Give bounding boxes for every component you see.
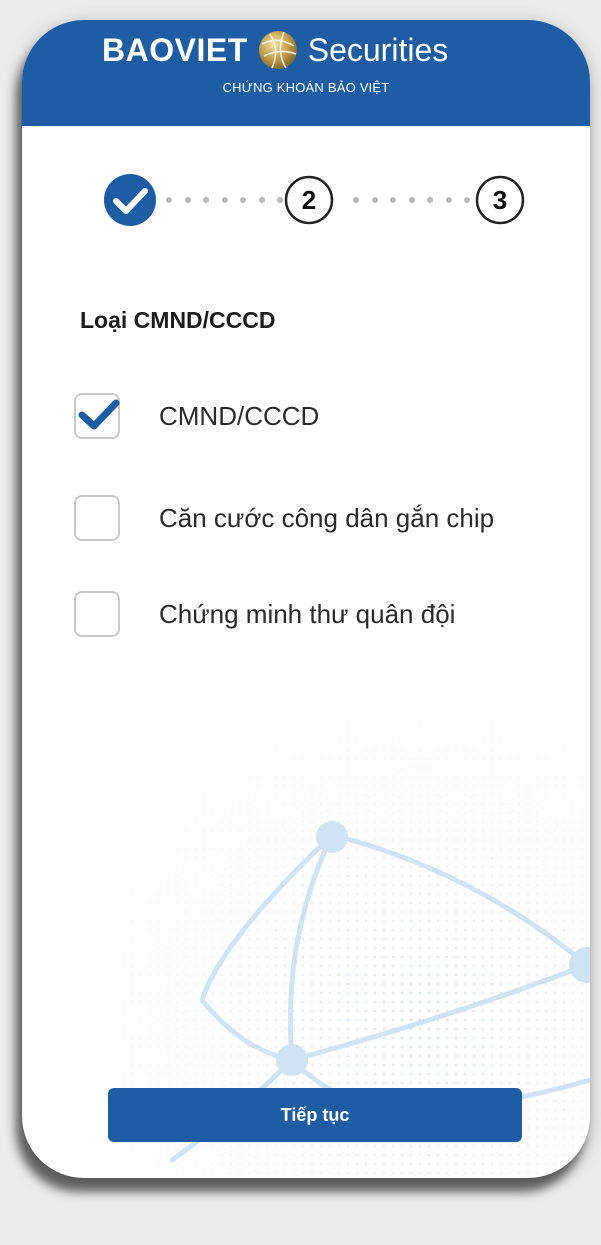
progress-stepper: 2 3 [104, 174, 525, 226]
continue-button[interactable]: Tiếp tục [108, 1088, 522, 1142]
step-1-done [104, 174, 156, 226]
option-can-cuoc-chip[interactable]: Căn cước công dân gắn chip [74, 492, 494, 544]
step-connector-1 [166, 197, 283, 203]
checkbox-cmnd-cccd[interactable] [74, 393, 120, 439]
brand-securities: Securities [307, 31, 449, 68]
option-quan-doi[interactable]: Chứng minh thư quân đội [74, 588, 455, 640]
option-label: Căn cước công dân gắn chip [159, 502, 495, 533]
step-2-number: 2 [302, 185, 316, 215]
step-2: 2 [284, 175, 334, 225]
brand-name: BAOVIET [102, 31, 248, 68]
step-3: 3 [475, 175, 525, 225]
checkbox-check-icon [78, 399, 120, 430]
brand-subtitle: CHỨNG KHOÁN BẢO VIỆT [222, 80, 390, 95]
option-label: Chứng minh thư quân đội [159, 598, 456, 629]
step-connector-2 [353, 197, 470, 203]
option-cmnd-cccd[interactable]: CMND/CCCD [74, 390, 319, 442]
brand-logo: BAOVIET Securities [102, 24, 448, 76]
app-header: BAOVIET Securities CHỨNG KHOÁN BẢO VIỆT [22, 20, 590, 126]
section-title: Loại CMND/CCCD [80, 307, 276, 333]
phone-screen: BAOVIET Securities CHỨNG KHOÁN BẢO VIỆT [22, 20, 590, 1178]
globe-logo-icon [258, 31, 297, 69]
option-label: CMND/CCCD [159, 400, 320, 431]
step-3-number: 3 [493, 185, 507, 215]
checkbox-can-cuoc-chip[interactable] [74, 495, 120, 541]
checkbox-quan-doi[interactable] [74, 591, 120, 637]
